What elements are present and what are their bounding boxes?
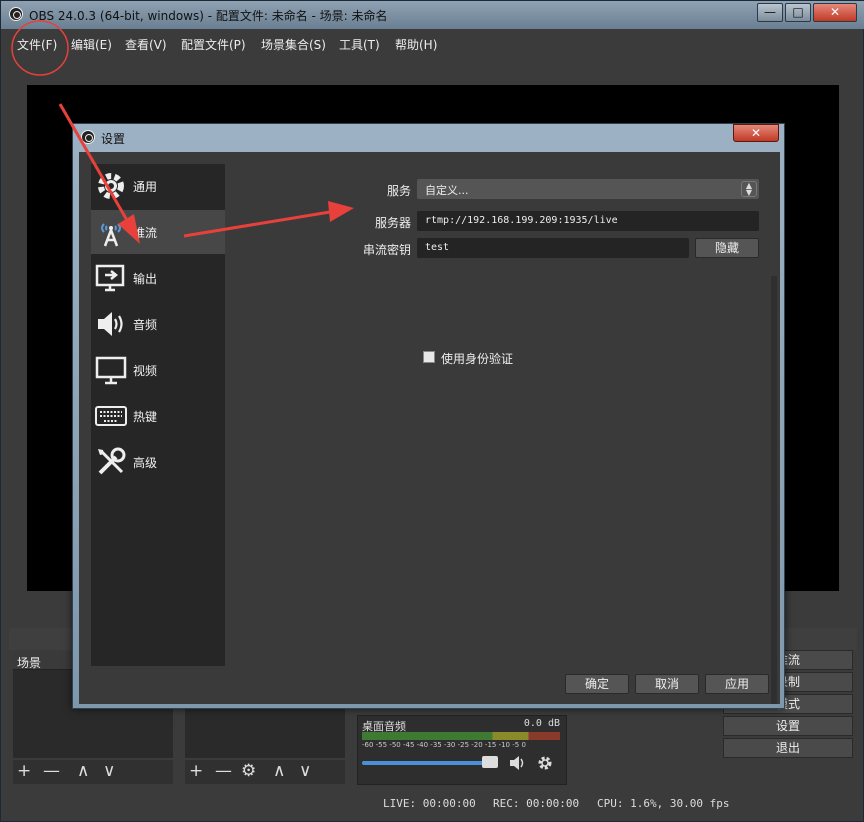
sidebar-item-stream[interactable]: 推流 (91, 210, 225, 254)
service-label: 服务 (386, 184, 411, 198)
output-icon (95, 264, 125, 292)
exit-button[interactable]: 退出 (723, 738, 853, 758)
live-timer: LIVE: 00:00:00 (383, 797, 476, 810)
sidebar-item-general[interactable]: 通用 (91, 164, 225, 208)
menu-bar: 文件(F) 编辑(E) 查看(V) 配置文件(P) 场景集合(S) 工具(T) … (9, 31, 857, 55)
window-title: OBS 24.0.3 (64-bit, windows) - 配置文件: 未命名… (29, 9, 388, 23)
scrollbar[interactable] (771, 276, 777, 704)
hide-key-button[interactable]: 隐藏 (695, 238, 759, 258)
title-bar: OBS 24.0.3 (64-bit, windows) - 配置文件: 未命名… (1, 1, 864, 29)
service-value: 自定义... (425, 184, 469, 197)
cancel-button[interactable]: 取消 (635, 674, 699, 694)
obs-logo-icon (81, 130, 95, 144)
move-scene-up-button[interactable]: ∧ (77, 761, 89, 781)
audio-mixer: 桌面音频 0.0 dB -60 -55 -50 -45 -40 -35 -30 … (357, 715, 567, 785)
use-auth-label: 使用身份验证 (441, 352, 514, 366)
volume-slider[interactable] (362, 761, 498, 765)
broadcast-icon (101, 223, 121, 247)
source-properties-button[interactable]: ⚙ (241, 761, 256, 781)
move-scene-down-button[interactable]: ∨ (103, 761, 115, 781)
menu-scene-collection[interactable]: 场景集合(S) (261, 36, 326, 53)
cpu-fps: CPU: 1.6%, 30.00 fps (597, 797, 730, 810)
chevron-updown-icon: ▲ ▼ (741, 181, 757, 197)
menu-help[interactable]: 帮助(H) (395, 36, 437, 53)
sidebar-item-label: 推流 (133, 226, 158, 240)
stream-key-input[interactable]: test (417, 238, 689, 258)
sidebar-item-audio[interactable]: 音频 (91, 302, 225, 346)
menu-tools[interactable]: 工具(T) (339, 36, 380, 53)
minimize-button[interactable]: — (757, 3, 783, 22)
move-source-down-button[interactable]: ∨ (299, 761, 311, 781)
obs-logo-icon (9, 7, 23, 21)
sidebar-item-label: 输出 (133, 272, 158, 286)
sidebar-item-video[interactable]: 视频 (91, 348, 225, 392)
monitor-icon (95, 356, 127, 385)
stream-key-value: test (425, 242, 450, 253)
settings-dialog: 设置 ✕ 通用 推流 输出 音频 视频 热键 高级 服务 自定义... ▲ ▼ … (72, 123, 785, 709)
add-source-button[interactable]: + (189, 761, 203, 781)
server-input[interactable]: rtmp://192.168.199.209:1935/live (417, 211, 759, 231)
sidebar-item-label: 通用 (133, 180, 158, 194)
sources-toolbar: + — ⚙ ∧ ∨ (185, 760, 345, 784)
apply-button[interactable]: 应用 (705, 674, 769, 694)
sidebar-item-label: 音频 (133, 318, 158, 332)
volume-slider-handle[interactable] (482, 756, 498, 768)
dialog-body: 通用 推流 输出 音频 视频 热键 高级 服务 自定义... ▲ ▼ 服务器 r… (79, 152, 780, 704)
tools-icon (98, 447, 126, 475)
rec-timer: REC: 00:00:00 (493, 797, 580, 810)
sidebar-item-label: 热键 (133, 410, 158, 424)
volume-meter (362, 732, 560, 740)
mixer-db: 0.0 dB (523, 718, 560, 729)
sidebar-item-label: 视频 (133, 364, 158, 378)
gear-icon (98, 173, 124, 199)
stream-key-label: 串流密钥 (362, 243, 411, 257)
sidebar-item-label: 高级 (133, 456, 158, 470)
add-scene-button[interactable]: + (17, 761, 31, 781)
gear-icon[interactable] (536, 754, 554, 772)
remove-source-button[interactable]: — (215, 761, 232, 781)
sidebar-item-output[interactable]: 输出 (91, 256, 225, 300)
scenes-toolbar: + — ∧ ∨ (13, 760, 173, 784)
service-select[interactable]: 自定义... ▲ ▼ (417, 179, 759, 199)
speaker-icon (98, 312, 123, 336)
server-value: rtmp://192.168.199.209:1935/live (425, 215, 618, 226)
settings-button[interactable]: 设置 (723, 716, 853, 736)
server-label: 服务器 (374, 216, 411, 230)
menu-file[interactable]: 文件(F) (17, 36, 57, 53)
remove-scene-button[interactable]: — (43, 761, 60, 781)
close-button[interactable]: ✕ (813, 3, 857, 22)
sidebar-item-advanced[interactable]: 高级 (91, 440, 225, 484)
meter-scale: -60 -55 -50 -45 -40 -35 -30 -25 -20 -15 … (362, 741, 526, 749)
move-source-up-button[interactable]: ∧ (273, 761, 285, 781)
use-auth-checkbox[interactable] (423, 351, 435, 363)
keyboard-icon (95, 406, 127, 426)
sidebar-item-hotkeys[interactable]: 热键 (91, 394, 225, 438)
menu-edit[interactable]: 编辑(E) (71, 36, 112, 53)
menu-view[interactable]: 查看(V) (125, 36, 167, 53)
maximize-button[interactable]: □ (785, 3, 811, 22)
scenes-title: 场景 (17, 656, 42, 670)
dialog-close-button[interactable]: ✕ (733, 124, 779, 142)
menu-profile[interactable]: 配置文件(P) (181, 36, 246, 53)
ok-button[interactable]: 确定 (565, 674, 629, 694)
settings-sidebar: 通用 推流 输出 音频 视频 热键 高级 (91, 164, 225, 666)
dialog-title: 设置 (101, 132, 126, 146)
speaker-icon[interactable] (508, 754, 528, 772)
